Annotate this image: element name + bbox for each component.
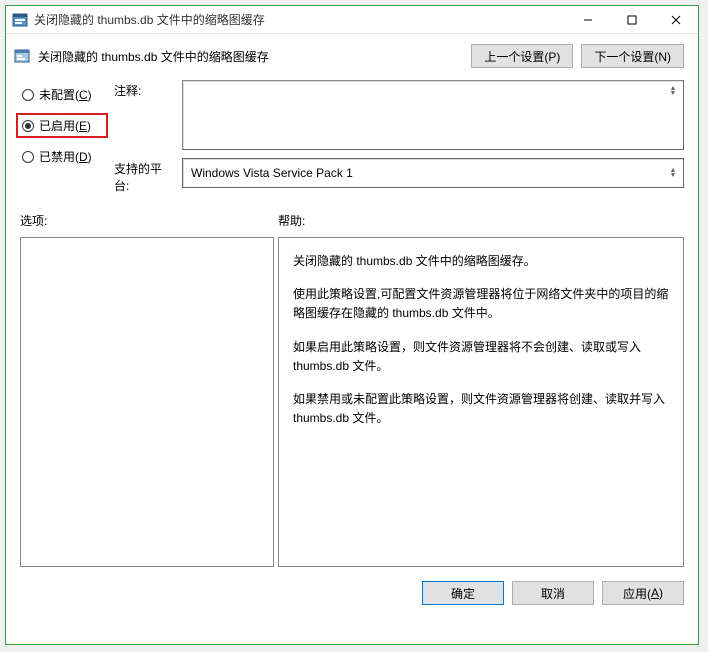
radio-circle-icon — [22, 120, 34, 132]
radio-circle-icon — [22, 89, 34, 101]
footer-buttons: 确定 取消 应用(A) — [6, 573, 698, 605]
maximize-button[interactable] — [610, 6, 654, 33]
supported-platform-box: Windows Vista Service Pack 1 — [182, 158, 684, 188]
radio-label: 已启用(E) — [39, 117, 91, 134]
radio-not-configured[interactable]: 未配置(C) — [20, 84, 104, 105]
comment-row: 注释: — [114, 80, 684, 150]
titlebar: 关闭隐藏的 thumbs.db 文件中的缩略图缓存 — [6, 6, 698, 34]
help-paragraph: 如果启用此策略设置，则文件资源管理器将不会创建、读取或写入 thumbs.db … — [293, 338, 669, 376]
radio-circle-icon — [22, 151, 34, 163]
panels-row: 关闭隐藏的 thumbs.db 文件中的缩略图缓存。 使用此策略设置,可配置文件… — [6, 233, 698, 573]
dialog-window: 关闭隐藏的 thumbs.db 文件中的缩略图缓存 关闭隐藏的 thumbs.d… — [5, 5, 699, 645]
window-icon — [12, 12, 28, 28]
apply-button[interactable]: 应用(A) — [602, 581, 684, 605]
radio-disabled[interactable]: 已禁用(D) — [20, 146, 104, 167]
state-radio-group: 未配置(C) 已启用(E) 已禁用(D) — [20, 80, 104, 194]
radio-label: 已禁用(D) — [39, 148, 92, 165]
cancel-button[interactable]: 取消 — [512, 581, 594, 605]
ok-button[interactable]: 确定 — [422, 581, 504, 605]
help-paragraph: 关闭隐藏的 thumbs.db 文件中的缩略图缓存。 — [293, 252, 669, 271]
section-labels: 选项: 帮助: — [6, 194, 698, 233]
help-label: 帮助: — [278, 212, 684, 229]
help-paragraph: 如果禁用或未配置此策略设置，则文件资源管理器将创建、读取并写入 thumbs.d… — [293, 390, 669, 428]
prev-setting-button[interactable]: 上一个设置(P) — [471, 44, 573, 68]
comment-label: 注释: — [114, 80, 174, 150]
options-panel — [20, 237, 274, 567]
header-row: 关闭隐藏的 thumbs.db 文件中的缩略图缓存 上一个设置(P) 下一个设置… — [6, 34, 698, 76]
options-label: 选项: — [20, 212, 278, 229]
comment-textarea[interactable] — [182, 80, 684, 150]
window-title: 关闭隐藏的 thumbs.db 文件中的缩略图缓存 — [34, 11, 566, 28]
radio-label: 未配置(C) — [39, 86, 92, 103]
next-setting-button[interactable]: 下一个设置(N) — [581, 44, 684, 68]
platform-label: 支持的平台: — [114, 158, 174, 194]
platform-row: 支持的平台: Windows Vista Service Pack 1 — [114, 158, 684, 194]
policy-title: 关闭隐藏的 thumbs.db 文件中的缩略图缓存 — [38, 48, 463, 65]
minimize-button[interactable] — [566, 6, 610, 33]
policy-icon — [14, 48, 30, 64]
scroll-arrows-icon — [665, 83, 681, 99]
help-panel: 关闭隐藏的 thumbs.db 文件中的缩略图缓存。 使用此策略设置,可配置文件… — [278, 237, 684, 567]
radio-enabled[interactable]: 已启用(E) — [16, 113, 108, 138]
scroll-arrows-icon — [665, 165, 681, 181]
platform-value: Windows Vista Service Pack 1 — [191, 166, 353, 180]
close-button[interactable] — [654, 6, 698, 33]
content-top: 未配置(C) 已启用(E) 已禁用(D) 注释: 支持的平台: — [6, 76, 698, 194]
fields-column: 注释: 支持的平台: Windows Vista Service Pack 1 — [114, 80, 684, 194]
help-paragraph: 使用此策略设置,可配置文件资源管理器将位于网络文件夹中的项目的缩略图缓存在隐藏的… — [293, 285, 669, 323]
window-controls — [566, 6, 698, 33]
